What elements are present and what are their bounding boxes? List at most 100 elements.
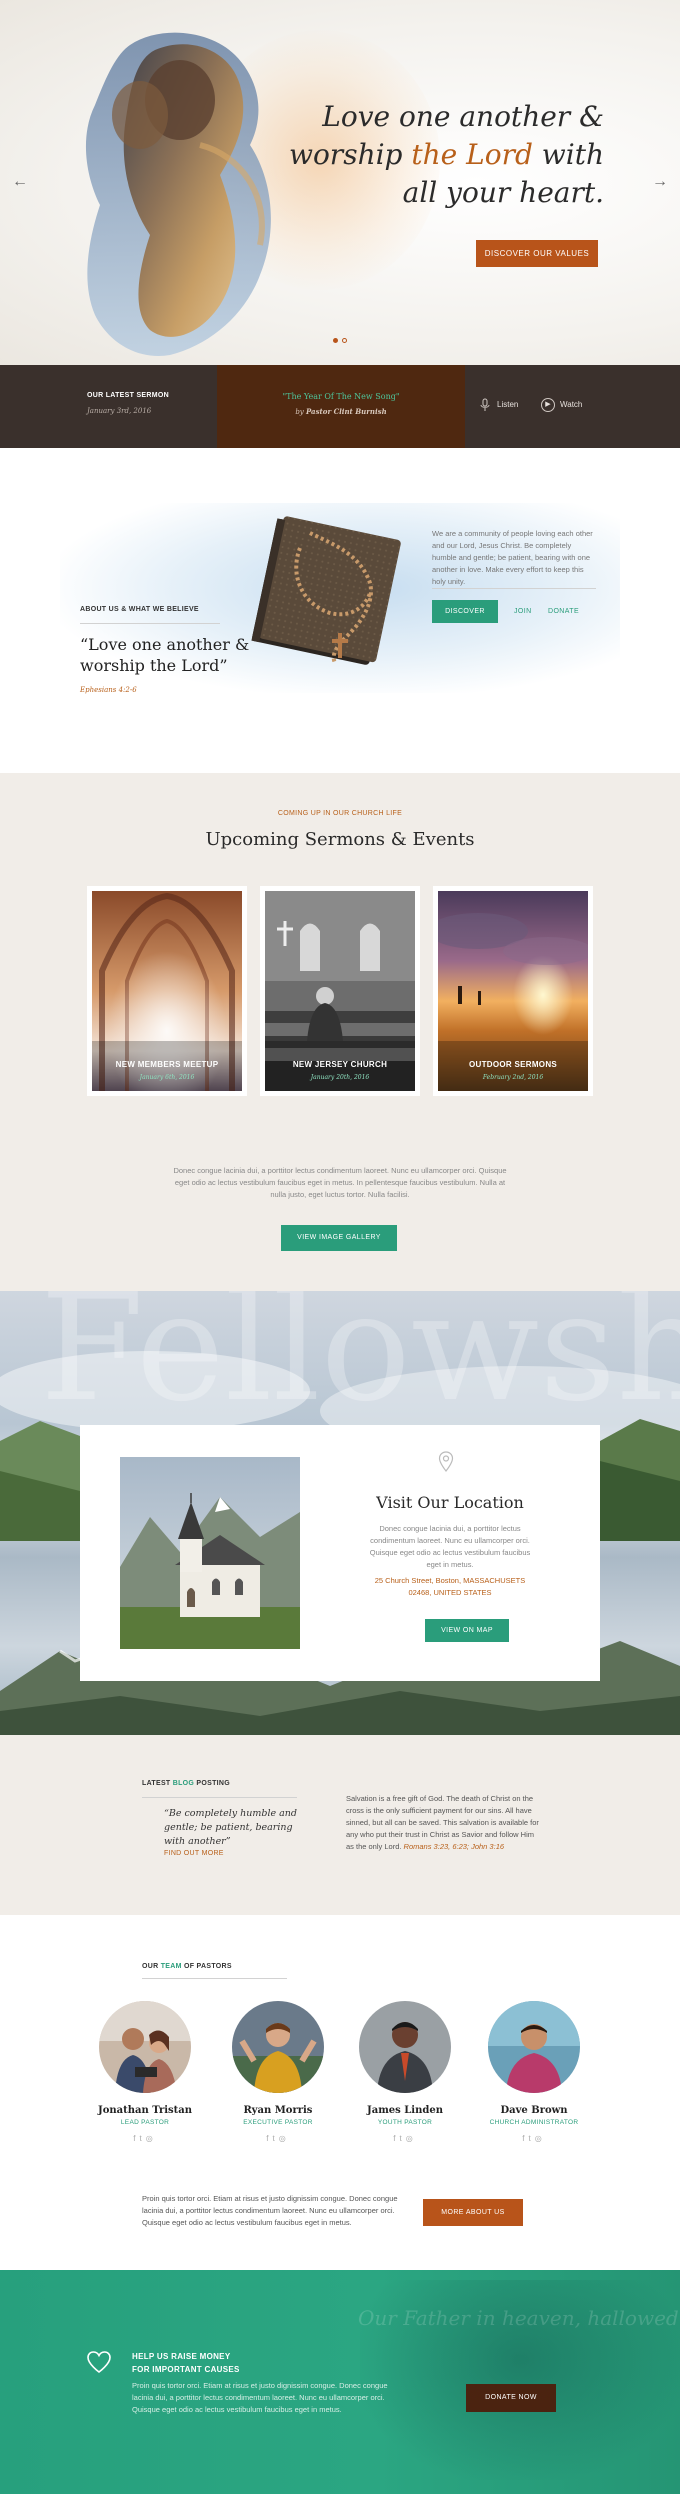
event-card-date: February 2nd, 2016: [482, 1074, 544, 1081]
view-on-map-button[interactable]: VIEW ON MAP: [425, 1619, 509, 1642]
heart-icon: [87, 2351, 111, 2373]
upcoming-label: COMING UP IN OUR CHURCH LIFE: [277, 810, 403, 817]
donate-title-line2: FOR IMPORTANT CAUSES: [132, 2365, 240, 2374]
event-card-title: NEW MEMBERS MEETUP: [115, 1060, 219, 1069]
avatar[interactable]: [99, 2001, 191, 2093]
slider-next-arrow-icon[interactable]: →: [652, 173, 668, 191]
pastor-social-links: ft◎: [90, 2134, 200, 2143]
pastors-label-accent: TEAM: [160, 1963, 182, 1970]
slider-prev-arrow-icon[interactable]: ←: [12, 173, 28, 191]
avatar[interactable]: [359, 2001, 451, 2093]
blog-label-pre: LATEST: [142, 1780, 173, 1787]
address-line2: 02468, UNITED STATES: [408, 1588, 492, 1597]
sermon-title[interactable]: "The Year Of The New Song": [217, 392, 465, 401]
join-link[interactable]: JOIN: [514, 608, 532, 615]
location-card: Visit Our Location Donec congue lacinia …: [80, 1425, 600, 1681]
fellowship-background-text: Fellowship: [40, 1291, 680, 1435]
play-icon: ▶: [541, 398, 555, 412]
pastor-role: LEAD PASTOR: [120, 2119, 170, 2126]
chapel-image: [120, 1457, 300, 1649]
hero-headline-line1: Love one another &: [322, 100, 604, 133]
hero-headline-pre: worship: [288, 138, 412, 171]
pastor-role: EXECUTIVE PASTOR: [243, 2119, 313, 2126]
event-card-image: OUTDOOR SERMONS February 2nd, 2016: [438, 891, 588, 1091]
blog-quote[interactable]: “Be completely humble and gentle; be pat…: [164, 1807, 314, 1849]
sermon-highlight-panel[interactable]: "The Year Of The New Song" by Pastor Cli…: [217, 365, 465, 448]
hero-headline-accent: the Lord: [411, 138, 533, 171]
pastors-divider: [142, 1978, 287, 1979]
event-card-title: NEW JERSEY CHURCH: [292, 1060, 388, 1069]
event-card[interactable]: NEW JERSEY CHURCH January 20th, 2016: [260, 886, 420, 1096]
sermon-author: by Pastor Clint Burnish: [217, 407, 465, 416]
event-card-image: NEW MEMBERS MEETUP January 6th, 2016: [92, 891, 242, 1091]
donate-now-button[interactable]: DONATE NOW: [466, 2384, 556, 2412]
watch-button[interactable]: ▶ Watch: [541, 398, 582, 412]
location-description: Donec congue lacinia dui, a porttitor le…: [369, 1524, 531, 1569]
blog-section: LATEST BLOG POSTING “Be completely humbl…: [0, 1735, 680, 1915]
upcoming-description: Donec congue lacinia dui, a porttitor le…: [173, 1166, 507, 1199]
about-section: ABOUT US & WHAT WE BELIEVE “Love one ano…: [0, 448, 680, 773]
discover-button[interactable]: DISCOVER: [432, 600, 498, 623]
pastor-card: Ryan Morris EXECUTIVE PASTOR ft◎: [223, 2001, 333, 2143]
hero-headline-line2: worship the Lord with: [274, 136, 604, 174]
pastors-description: Proin quis tortor orci. Etiam at risus e…: [142, 2194, 398, 2227]
about-description: We are a community of people loving each…: [432, 529, 593, 586]
pastor-card: Jonathan Tristan LEAD PASTOR ft◎: [90, 2001, 200, 2143]
about-divider: [80, 623, 220, 624]
donate-link[interactable]: DONATE: [548, 608, 579, 615]
location-title: Visit Our Location: [376, 1493, 524, 1512]
listen-button[interactable]: Listen: [478, 398, 518, 412]
pastors-label-pre: OUR: [142, 1963, 161, 1970]
pastor-name: Ryan Morris: [243, 2105, 313, 2116]
blog-text: Salvation is a free gift of God. The dea…: [346, 1793, 541, 1853]
blog-divider: [142, 1797, 297, 1798]
pastor-name: Dave Brown: [500, 2105, 568, 2116]
pastors-section: OUR TEAM OF PASTORS Jonathan Tristan LEA…: [0, 1915, 680, 2270]
pastor-social-links: ft◎: [479, 2134, 589, 2143]
pastors-label: OUR TEAM OF PASTORS: [142, 1963, 232, 1970]
discover-values-button[interactable]: DISCOVER OUR VALUES: [476, 240, 598, 267]
instagram-icon[interactable]: ◎: [406, 2134, 417, 2143]
view-gallery-button[interactable]: VIEW IMAGE GALLERY: [281, 1225, 397, 1251]
pastor-social-links: ft◎: [350, 2134, 460, 2143]
instagram-icon[interactable]: ◎: [535, 2134, 546, 2143]
instagram-icon[interactable]: ◎: [146, 2134, 157, 2143]
watch-label: Watch: [560, 400, 583, 410]
hero-headline-line3: all your heart.: [402, 176, 604, 209]
listen-label: Listen: [497, 400, 519, 410]
slider-dot[interactable]: [342, 338, 347, 343]
avatar[interactable]: [232, 2001, 324, 2093]
more-about-us-button[interactable]: MORE ABOUT US: [423, 2199, 523, 2226]
about-scripture-reference: Ephesians 4:2-6: [80, 686, 137, 694]
about-quote: “Love one another & worship the Lord”: [80, 635, 250, 675]
sermon-author-prefix: by: [295, 408, 306, 416]
location-pin-icon: [438, 1451, 454, 1472]
pastor-card: James Linden YOUTH PASTOR ft◎: [350, 2001, 460, 2143]
event-card-date: January 20th, 2016: [310, 1074, 370, 1081]
blog-label: LATEST BLOG POSTING: [142, 1780, 230, 1787]
event-card[interactable]: OUTDOOR SERMONS February 2nd, 2016: [433, 886, 593, 1096]
about-divider-right: [432, 588, 596, 589]
event-card[interactable]: NEW MEMBERS MEETUP January 6th, 2016: [87, 886, 247, 1096]
event-card-date: January 6th, 2016: [139, 1074, 195, 1081]
sermon-author-name: Pastor Clint Burnish: [305, 407, 387, 416]
pastor-role: CHURCH ADMINISTRATOR: [489, 2119, 579, 2126]
upcoming-title: Upcoming Sermons & Events: [205, 829, 475, 850]
find-out-more-link[interactable]: FIND OUT MORE: [164, 1850, 224, 1857]
pastor-name: James Linden: [367, 2105, 443, 2116]
donate-title-line1: HELP US RAISE MONEY: [132, 2352, 231, 2361]
microphone-icon: [478, 398, 492, 412]
address-line1: 25 Church Street, Boston, MASSACHUSETS: [374, 1576, 526, 1585]
instagram-icon[interactable]: ◎: [279, 2134, 290, 2143]
event-card-image: NEW JERSEY CHURCH January 20th, 2016: [265, 891, 415, 1091]
donate-description: Proin quis tortor orci. Etiam at risus e…: [132, 2381, 388, 2414]
pastor-card: Dave Brown CHURCH ADMINISTRATOR ft◎: [479, 2001, 589, 2143]
slider-dot-active[interactable]: [333, 338, 338, 343]
avatar[interactable]: [488, 2001, 580, 2093]
hero-headline: Love one another & worship the Lord with…: [274, 98, 604, 212]
pastors-label-post: OF PASTORS: [181, 1963, 232, 1970]
upcoming-events-section: COMING UP IN OUR CHURCH LIFE Upcoming Se…: [0, 773, 680, 1291]
hero-section: Love one another & worship the Lord with…: [0, 0, 680, 365]
pastor-role: YOUTH PASTOR: [377, 2119, 433, 2126]
pastor-social-links: ft◎: [223, 2134, 333, 2143]
